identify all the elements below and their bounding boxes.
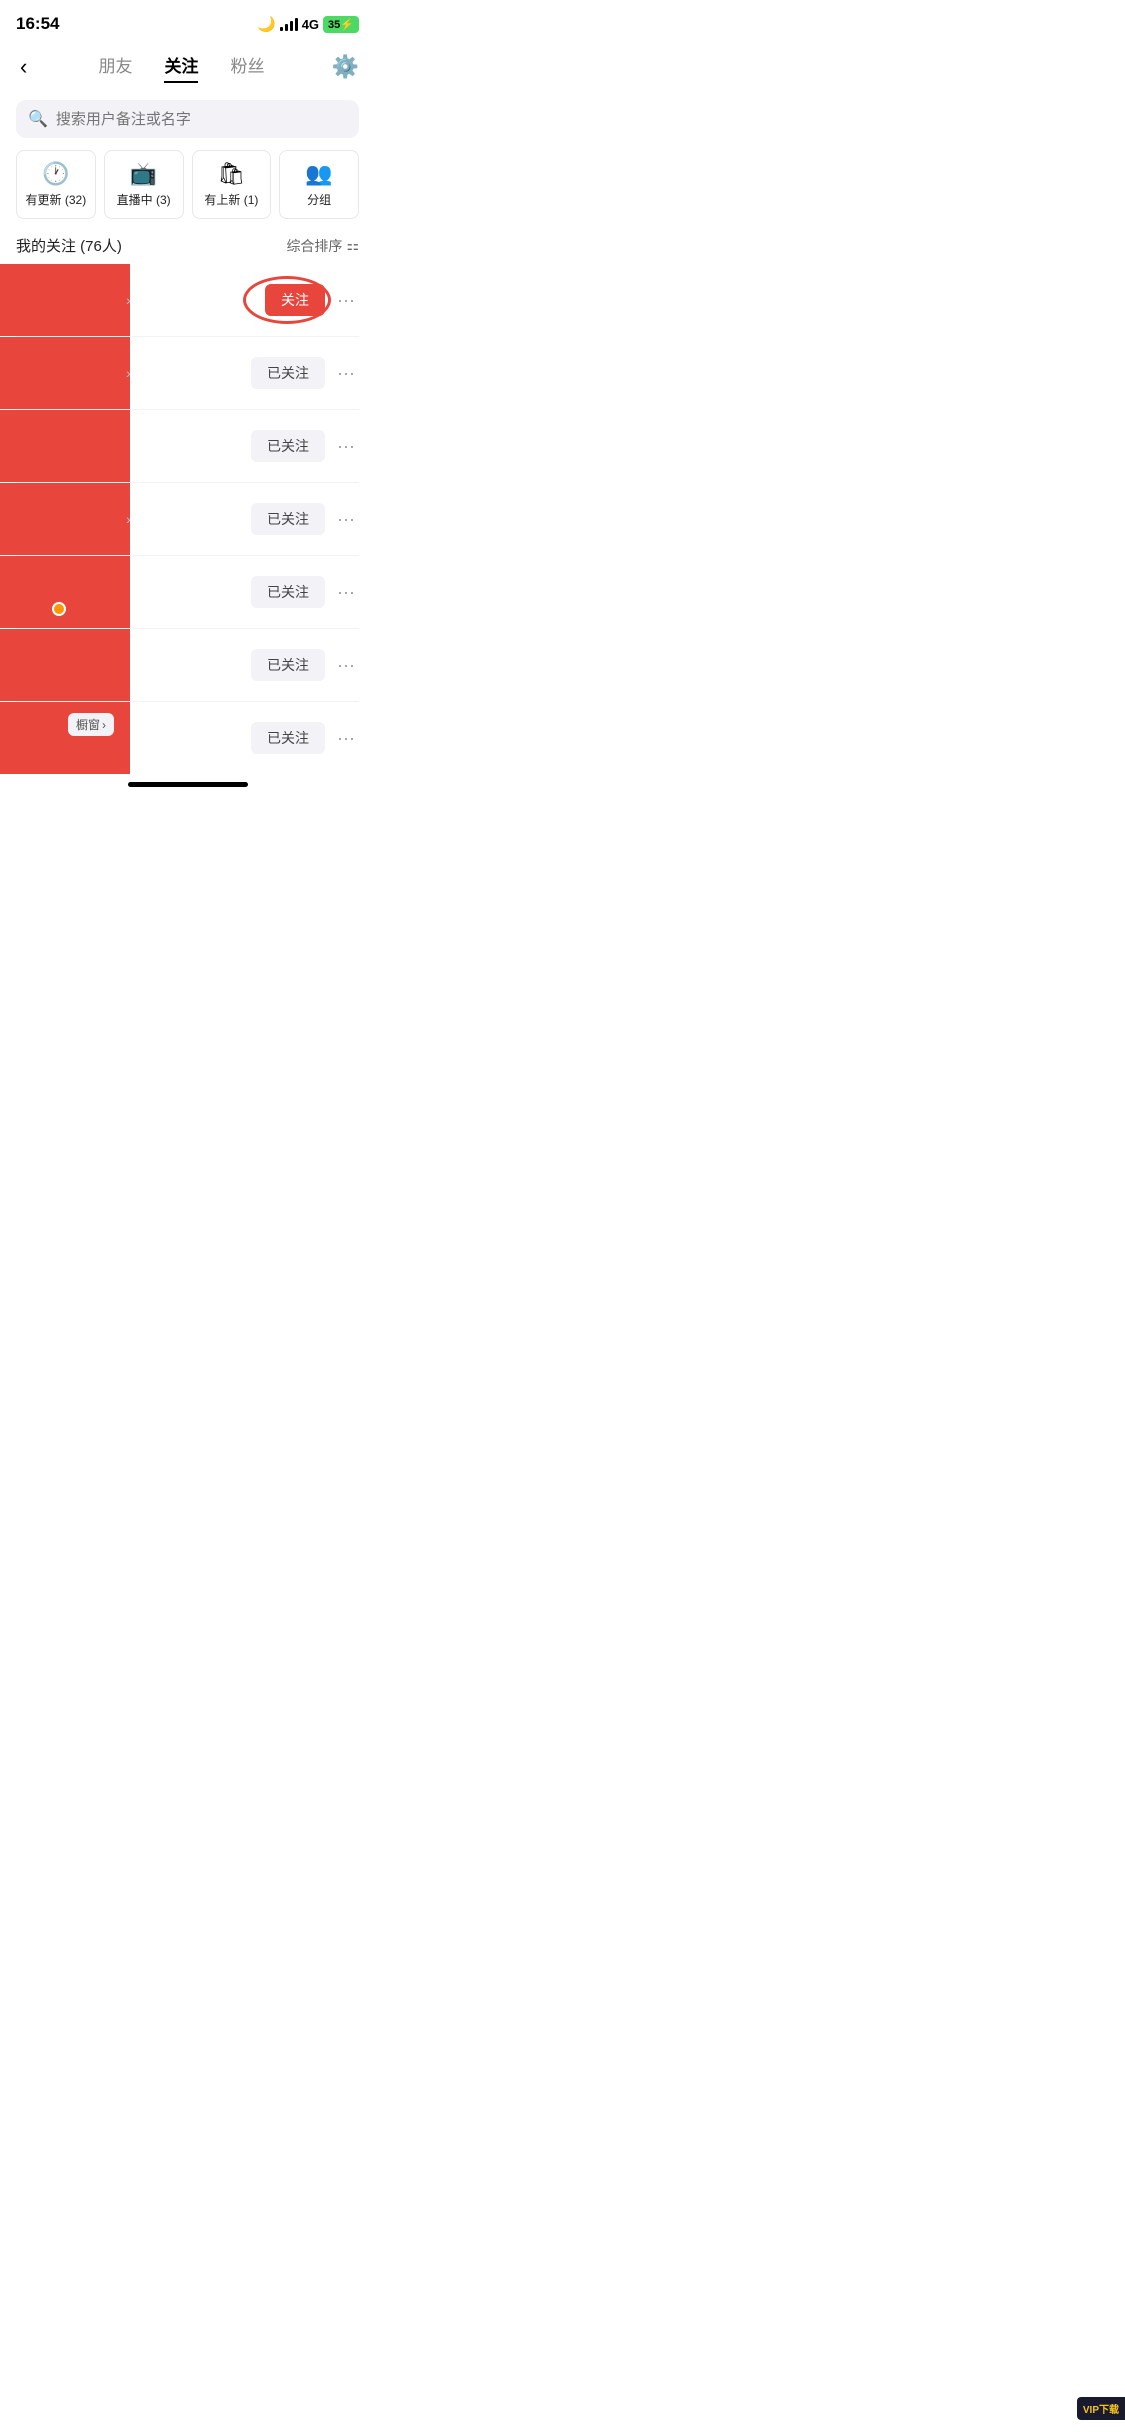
shop-icon: 🛍	[217, 161, 245, 187]
more-button-5[interactable]: ···	[333, 578, 359, 607]
avatar-2	[16, 347, 68, 399]
user-item-1: › 关注 ···	[0, 264, 375, 336]
more-button-7[interactable]: ···	[333, 724, 359, 753]
moon-icon	[257, 15, 276, 34]
signal-bar-2	[285, 24, 288, 31]
nav-bar: ‹ 朋友 关注 粉丝 ⚙️	[0, 42, 375, 96]
signal-bars	[280, 17, 298, 31]
filter-grid: 🕐 有更新 (32) 📺 直播中 (3) 🛍 有上新 (1) 👥 分组	[0, 150, 375, 231]
status-bar: 16:54 4G 35⚡	[0, 0, 375, 42]
avatar-6	[16, 639, 68, 691]
home-indicator	[0, 774, 375, 795]
search-input[interactable]	[56, 111, 347, 128]
tab-following[interactable]: 关注	[164, 52, 198, 83]
settings-button[interactable]: ⚙️	[332, 54, 359, 80]
more-button-1[interactable]: ···	[333, 286, 359, 315]
more-button-3[interactable]: ···	[333, 432, 359, 461]
follow-button-2[interactable]: 已关注	[251, 357, 325, 389]
avatar-3	[16, 420, 68, 472]
filter-live-label: 直播中 (3)	[117, 191, 171, 208]
clock-icon: 🕐	[42, 161, 69, 187]
battery-badge: 35⚡	[323, 16, 359, 33]
follow-button-7[interactable]: 已关注	[251, 722, 325, 754]
user-item-2: › 已关注 ···	[0, 337, 375, 409]
section-header: 我的关注 (76人) 综合排序 ⚏	[0, 231, 375, 264]
search-icon: 🔍	[28, 109, 48, 129]
sort-icon: ⚏	[346, 237, 359, 254]
vip-badge: VIP下载	[1077, 2397, 1125, 2420]
avatar-7	[16, 712, 68, 764]
groups-icon: 👥	[305, 161, 332, 187]
filter-live[interactable]: 📺 直播中 (3)	[104, 150, 184, 219]
filter-groups-label: 分组	[307, 191, 331, 208]
user-list: › 关注 ··· › 已关注 ··· 已关注 ···	[0, 264, 375, 774]
filter-updates-label: 有更新 (32)	[26, 191, 87, 208]
shop-window-arrow: ›	[102, 718, 106, 732]
arrow-indicator-1: ›	[126, 292, 131, 308]
more-button-6[interactable]: ···	[333, 651, 359, 680]
home-bar	[128, 782, 248, 787]
follow-button-5[interactable]: 已关注	[251, 576, 325, 608]
user-item-5: 已关注 ···	[0, 556, 375, 628]
filter-new-label: 有上新 (1)	[204, 191, 258, 208]
search-bar[interactable]: 🔍	[16, 100, 359, 138]
sort-button[interactable]: 综合排序 ⚏	[286, 236, 359, 256]
network-label: 4G	[302, 17, 319, 32]
tab-friends[interactable]: 朋友	[98, 52, 132, 83]
filter-new[interactable]: 🛍 有上新 (1)	[192, 150, 272, 219]
filter-updates[interactable]: 🕐 有更新 (32)	[16, 150, 96, 219]
more-button-4[interactable]: ···	[333, 505, 359, 534]
status-time: 16:54	[16, 14, 59, 34]
section-title: 我的关注 (76人)	[16, 235, 122, 256]
follow-button-1[interactable]: 关注	[265, 284, 325, 316]
status-icons: 4G 35⚡	[257, 15, 359, 34]
back-button[interactable]: ‹	[16, 50, 31, 84]
signal-bar-3	[290, 21, 293, 31]
user-item-6: 已关注 ···	[0, 629, 375, 701]
avatar-1	[16, 274, 68, 326]
nav-tabs: 朋友 关注 粉丝	[98, 52, 264, 83]
user-item-7: 橱窗 › 已关注 ···	[0, 702, 375, 774]
follow-button-6[interactable]: 已关注	[251, 649, 325, 681]
follow-button-4[interactable]: 已关注	[251, 503, 325, 535]
tab-fans[interactable]: 粉丝	[230, 52, 264, 83]
signal-bar-1	[280, 27, 283, 31]
follow-button-3[interactable]: 已关注	[251, 430, 325, 462]
signal-bar-4	[295, 18, 298, 31]
more-button-2[interactable]: ···	[333, 359, 359, 388]
filter-groups[interactable]: 👥 分组	[279, 150, 359, 219]
shop-window-label[interactable]: 橱窗 ›	[68, 713, 114, 736]
avatar-4	[16, 493, 68, 545]
user-item-3: 已关注 ···	[0, 410, 375, 482]
arrow-indicator-4: ›	[126, 511, 131, 527]
user-item-4: › 已关注 ···	[0, 483, 375, 555]
arrow-indicator-2: ›	[126, 365, 131, 381]
live-icon: 📺	[130, 161, 157, 187]
orange-dot-5	[52, 602, 66, 616]
